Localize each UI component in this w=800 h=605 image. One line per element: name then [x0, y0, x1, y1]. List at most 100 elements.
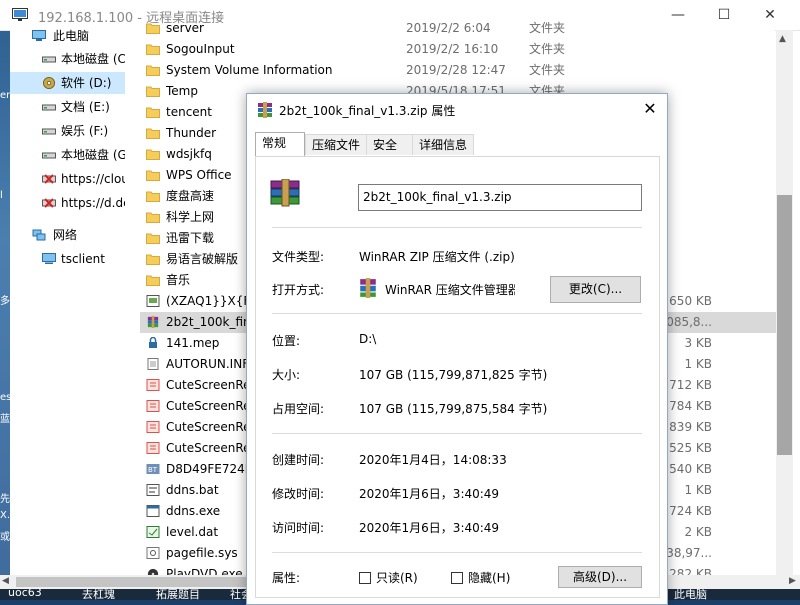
- vertical-scrollbar-thumb[interactable]: [777, 195, 792, 455]
- file-size: 540 KB: [669, 462, 712, 476]
- nav-item-drive-c[interactable]: 本地磁盘 (C: [10, 48, 125, 70]
- nav-item-this-pc[interactable]: 此电脑: [10, 25, 125, 47]
- separator: [272, 313, 642, 314]
- pdf-file-icon: [146, 421, 160, 433]
- nav-item-label: 此电脑: [53, 29, 90, 43]
- scroll-right-icon[interactable]: ▶: [789, 576, 796, 586]
- file-size: 650 KB: [669, 294, 712, 308]
- size-on-disk-label: 占用空间:: [272, 402, 325, 416]
- properties-dialog: 2b2t_100k_final_v1.3.zip 属性 ✕ 常规 压缩文件 安全…: [246, 93, 668, 605]
- created-value: 2020年1月4日，14:08:33: [359, 453, 507, 467]
- folder-icon: [146, 170, 160, 181]
- file-name: 141.mep: [166, 336, 220, 350]
- nav-item-label: tsclient: [61, 252, 105, 266]
- size-label: 大小:: [272, 368, 301, 382]
- filename-field[interactable]: 2b2t_100k_final_v1.3.zip: [358, 184, 642, 211]
- network-drive-icon: [42, 174, 56, 184]
- nav-item-drive-g[interactable]: 本地磁盘 (G: [10, 144, 125, 166]
- tab-security[interactable]: 安全: [366, 134, 413, 155]
- nav-item-drive-d[interactable]: 软件 (D:): [10, 72, 125, 94]
- file-size: 712 KB: [669, 378, 712, 392]
- readonly-checkbox[interactable]: [359, 572, 371, 584]
- folder-icon: [146, 65, 160, 76]
- dialog-close-button[interactable]: ✕: [639, 98, 661, 120]
- desktop-glyph: er: [0, 90, 10, 101]
- taskbar-item[interactable]: 去杠瑰: [82, 589, 115, 600]
- tab-archive[interactable]: 压缩文件: [305, 134, 367, 155]
- desktop-glyph: 或: [0, 532, 10, 543]
- scroll-left-icon[interactable]: ◀: [2, 576, 9, 586]
- dat-file-icon: [146, 526, 160, 538]
- nav-item-drive-e[interactable]: 文档 (E:): [10, 96, 125, 118]
- text-file-icon: [147, 358, 159, 370]
- nav-item-label: 软件 (D:): [61, 76, 112, 90]
- desktop-glyph: l: [0, 190, 3, 201]
- change-button[interactable]: 更改(C)...: [550, 276, 641, 303]
- nav-item-network[interactable]: 网络: [10, 224, 125, 246]
- tab-general[interactable]: 常规: [255, 132, 305, 156]
- hidden-label: 隐藏(H): [468, 571, 511, 585]
- nav-item-label: https://d.dc: [61, 196, 125, 210]
- folder-icon: [146, 254, 160, 265]
- taskbar-item[interactable]: 拓展题目: [156, 589, 200, 600]
- file-name: CuteScreenRe: [166, 441, 251, 455]
- desktop-glyph: 多: [0, 296, 10, 307]
- file-name: 科学上网: [166, 210, 215, 224]
- file-name: D8D49FE724D: [166, 462, 255, 476]
- image-file-icon: [146, 295, 160, 307]
- advanced-button[interactable]: 高级(D)...: [558, 566, 642, 588]
- bt-file-icon: BT: [146, 464, 160, 474]
- host-desktop-strip: P er l 多 es 蓝 先 X. 或: [0, 0, 10, 600]
- exe-file-icon: [146, 505, 160, 517]
- drive-icon: [42, 152, 56, 159]
- navigation-pane: 此电脑 本地磁盘 (C 软件 (D:) 文档 (E:) 娱乐 (F:) 本地磁盘…: [10, 29, 125, 575]
- file-name: CuteScreenRe: [166, 399, 251, 413]
- separator: [272, 227, 642, 228]
- file-type-value: WinRAR ZIP 压缩文件 (.zip): [359, 250, 515, 264]
- hidden-checkbox[interactable]: [451, 572, 463, 584]
- file-name: 2b2t_100k_fina: [166, 315, 258, 329]
- readonly-label: 只读(R): [376, 571, 418, 585]
- winrar-icon: [258, 102, 272, 118]
- open-with-value: WinRAR 压缩文件管理器: [385, 283, 515, 297]
- file-row[interactable]: server 2019/2/2 6:04 文件夹: [140, 18, 780, 39]
- desktop-glyph: 先: [0, 494, 10, 505]
- file-name: level.dat: [166, 525, 219, 539]
- winrar-icon: [360, 278, 376, 298]
- nav-item-network-drive-1[interactable]: https://clou: [10, 168, 125, 190]
- nav-item-tsclient[interactable]: tsclient: [10, 248, 125, 270]
- file-type-label: 文件类型:: [272, 250, 325, 264]
- file-type: 文件夹: [529, 21, 566, 35]
- desktop-glyph: 蓝: [0, 414, 10, 425]
- file-name: tencent: [166, 105, 212, 119]
- taskbar-item[interactable]: uoc63: [8, 589, 42, 599]
- file-name: 度盘高速: [166, 189, 215, 203]
- file-size: 1 KB: [684, 483, 712, 497]
- pdf-file-icon: [146, 379, 160, 391]
- scroll-up-icon[interactable]: ▲: [779, 34, 786, 44]
- file-name: 迅雷下载: [166, 231, 215, 245]
- attributes-label: 属性:: [272, 571, 301, 585]
- file-name: 音乐: [166, 273, 191, 287]
- folder-icon: [146, 191, 160, 202]
- pdf-file-icon: [146, 442, 160, 454]
- file-name: System Volume Information: [166, 63, 333, 77]
- file-size: 839 KB: [669, 420, 712, 434]
- desktop-glyph: es: [0, 392, 10, 403]
- file-date: 2019/2/2 16:10: [406, 42, 499, 56]
- file-row[interactable]: System Volume Information 2019/2/28 12:47…: [140, 60, 780, 81]
- nav-item-network-drive-2[interactable]: https://d.dc: [10, 192, 125, 214]
- file-name: Thunder: [166, 126, 217, 140]
- folder-icon: [146, 107, 160, 118]
- file-date: 2019/2/2 6:04: [406, 21, 491, 35]
- drive-icon: [42, 104, 56, 111]
- file-size: 2 KB: [684, 525, 712, 539]
- file-size: 724 KB: [669, 504, 712, 518]
- system-file-icon: [146, 547, 160, 559]
- file-row[interactable]: SogouInput 2019/2/2 16:10 文件夹: [140, 39, 780, 60]
- taskbar-item[interactable]: 此电脑: [674, 589, 707, 600]
- tab-details[interactable]: 详细信息: [412, 134, 474, 155]
- nav-item-drive-f[interactable]: 娱乐 (F:): [10, 120, 125, 142]
- file-name: AUTORUN.INF: [166, 357, 250, 371]
- file-name: server: [166, 21, 204, 35]
